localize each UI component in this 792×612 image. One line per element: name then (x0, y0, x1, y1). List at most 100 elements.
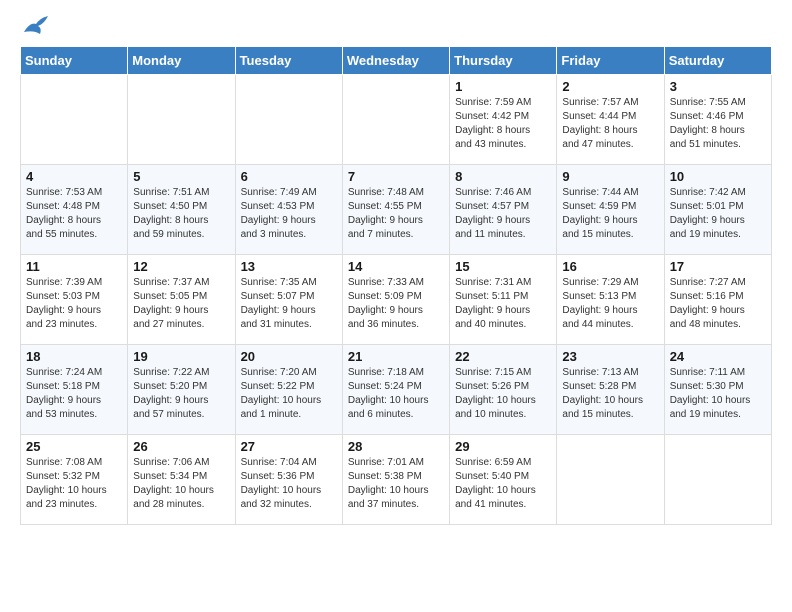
calendar-cell (128, 74, 235, 164)
day-info: Sunrise: 7:08 AM Sunset: 5:32 PM Dayligh… (26, 456, 122, 512)
calendar-cell: 26 Sunrise: 7:06 AM Sunset: 5:34 PM Dayli… (128, 434, 235, 524)
calendar-cell: 7Sunrise: 7:48 AM Sunset: 4:55 PM Daylig… (342, 164, 449, 254)
calendar-cell (235, 74, 342, 164)
calendar-cell: 8 Sunrise: 7:46 AM Sunset: 4:57 PM Daylig… (450, 164, 557, 254)
week-row-3: 11 Sunrise: 7:39 AM Sunset: 5:03 PM Dayli… (21, 254, 772, 344)
calendar-cell: 16 Sunrise: 7:29 AM Sunset: 5:13 PM Dayli… (557, 254, 664, 344)
day-info: Sunrise: 7:53 AM Sunset: 4:48 PM Dayligh… (26, 186, 122, 242)
day-number: 24 (670, 349, 766, 364)
week-row-2: 4 Sunrise: 7:53 AM Sunset: 4:48 PM Daylig… (21, 164, 772, 254)
calendar-cell: 25Sunrise: 7:08 AM Sunset: 5:32 PM Dayli… (21, 434, 128, 524)
calendar-cell: 24 Sunrise: 7:11 AM Sunset: 5:30 PM Dayli… (664, 344, 771, 434)
day-info: Sunrise: 7:06 AM Sunset: 5:34 PM Dayligh… (133, 456, 229, 512)
col-header-tuesday: Tuesday (235, 46, 342, 74)
day-info: Sunrise: 7:39 AM Sunset: 5:03 PM Dayligh… (26, 276, 122, 332)
day-number: 15 (455, 259, 551, 274)
day-number: 14 (348, 259, 444, 274)
day-info: Sunrise: 7:20 AM Sunset: 5:22 PM Dayligh… (241, 366, 337, 422)
calendar-cell: 23 Sunrise: 7:13 AM Sunset: 5:28 PM Dayli… (557, 344, 664, 434)
calendar-cell: 27 Sunrise: 7:04 AM Sunset: 5:36 PM Dayli… (235, 434, 342, 524)
day-number: 5 (133, 169, 229, 184)
day-number: 27 (241, 439, 337, 454)
week-row-1: 1 Sunrise: 7:59 AM Sunset: 4:42 PM Daylig… (21, 74, 772, 164)
calendar-cell: 2Sunrise: 7:57 AM Sunset: 4:44 PM Daylig… (557, 74, 664, 164)
calendar-cell: 11 Sunrise: 7:39 AM Sunset: 5:03 PM Dayli… (21, 254, 128, 344)
day-info: Sunrise: 7:51 AM Sunset: 4:50 PM Dayligh… (133, 186, 229, 242)
day-number: 20 (241, 349, 337, 364)
day-info: Sunrise: 7:22 AM Sunset: 5:20 PM Dayligh… (133, 366, 229, 422)
day-number: 1 (455, 79, 551, 94)
day-info: Sunrise: 7:46 AM Sunset: 4:57 PM Dayligh… (455, 186, 551, 242)
day-number: 17 (670, 259, 766, 274)
week-row-4: 18 Sunrise: 7:24 AM Sunset: 5:18 PM Dayli… (21, 344, 772, 434)
calendar-cell: 14Sunrise: 7:33 AM Sunset: 5:09 PM Dayli… (342, 254, 449, 344)
calendar-cell: 22 Sunrise: 7:15 AM Sunset: 5:26 PM Dayli… (450, 344, 557, 434)
col-header-friday: Friday (557, 46, 664, 74)
day-number: 28 (348, 439, 444, 454)
day-info: Sunrise: 7:37 AM Sunset: 5:05 PM Dayligh… (133, 276, 229, 332)
day-number: 4 (26, 169, 122, 184)
day-info: Sunrise: 7:44 AM Sunset: 4:59 PM Dayligh… (562, 186, 658, 242)
calendar-cell: 20 Sunrise: 7:20 AM Sunset: 5:22 PM Dayli… (235, 344, 342, 434)
day-number: 26 (133, 439, 229, 454)
calendar-cell: 12 Sunrise: 7:37 AM Sunset: 5:05 PM Dayli… (128, 254, 235, 344)
day-info: Sunrise: 7:55 AM Sunset: 4:46 PM Dayligh… (670, 96, 766, 152)
day-info: Sunrise: 7:27 AM Sunset: 5:16 PM Dayligh… (670, 276, 766, 332)
day-number: 16 (562, 259, 658, 274)
day-number: 3 (670, 79, 766, 94)
calendar-cell: 19 Sunrise: 7:22 AM Sunset: 5:20 PM Dayli… (128, 344, 235, 434)
day-info: Sunrise: 7:13 AM Sunset: 5:28 PM Dayligh… (562, 366, 658, 422)
logo-bird-icon (22, 14, 50, 38)
week-row-5: 25Sunrise: 7:08 AM Sunset: 5:32 PM Dayli… (21, 434, 772, 524)
logo (20, 20, 50, 40)
day-info: Sunrise: 7:49 AM Sunset: 4:53 PM Dayligh… (241, 186, 337, 242)
day-number: 11 (26, 259, 122, 274)
day-number: 8 (455, 169, 551, 184)
col-header-sunday: Sunday (21, 46, 128, 74)
col-header-monday: Monday (128, 46, 235, 74)
day-info: Sunrise: 7:18 AM Sunset: 5:24 PM Dayligh… (348, 366, 444, 422)
calendar-cell: 5 Sunrise: 7:51 AM Sunset: 4:50 PM Daylig… (128, 164, 235, 254)
calendar-cell (557, 434, 664, 524)
calendar-cell: 4 Sunrise: 7:53 AM Sunset: 4:48 PM Daylig… (21, 164, 128, 254)
day-info: Sunrise: 7:11 AM Sunset: 5:30 PM Dayligh… (670, 366, 766, 422)
day-info: Sunrise: 7:59 AM Sunset: 4:42 PM Dayligh… (455, 96, 551, 152)
day-info: Sunrise: 7:31 AM Sunset: 5:11 PM Dayligh… (455, 276, 551, 332)
day-info: Sunrise: 7:57 AM Sunset: 4:44 PM Dayligh… (562, 96, 658, 152)
day-info: Sunrise: 7:42 AM Sunset: 5:01 PM Dayligh… (670, 186, 766, 242)
day-number: 18 (26, 349, 122, 364)
calendar-cell: 9 Sunrise: 7:44 AM Sunset: 4:59 PM Daylig… (557, 164, 664, 254)
day-number: 6 (241, 169, 337, 184)
day-number: 13 (241, 259, 337, 274)
calendar-cell: 21Sunrise: 7:18 AM Sunset: 5:24 PM Dayli… (342, 344, 449, 434)
calendar-cell: 18 Sunrise: 7:24 AM Sunset: 5:18 PM Dayli… (21, 344, 128, 434)
calendar-cell: 17 Sunrise: 7:27 AM Sunset: 5:16 PM Dayli… (664, 254, 771, 344)
col-header-thursday: Thursday (450, 46, 557, 74)
day-info: Sunrise: 7:15 AM Sunset: 5:26 PM Dayligh… (455, 366, 551, 422)
calendar-cell: 10 Sunrise: 7:42 AM Sunset: 5:01 PM Dayli… (664, 164, 771, 254)
day-number: 23 (562, 349, 658, 364)
day-info: Sunrise: 7:35 AM Sunset: 5:07 PM Dayligh… (241, 276, 337, 332)
day-number: 19 (133, 349, 229, 364)
day-info: Sunrise: 7:29 AM Sunset: 5:13 PM Dayligh… (562, 276, 658, 332)
day-number: 9 (562, 169, 658, 184)
day-info: Sunrise: 7:48 AM Sunset: 4:55 PM Dayligh… (348, 186, 444, 242)
col-header-saturday: Saturday (664, 46, 771, 74)
day-info: Sunrise: 7:01 AM Sunset: 5:38 PM Dayligh… (348, 456, 444, 512)
day-info: Sunrise: 7:04 AM Sunset: 5:36 PM Dayligh… (241, 456, 337, 512)
calendar-cell (664, 434, 771, 524)
calendar-cell: 13 Sunrise: 7:35 AM Sunset: 5:07 PM Dayli… (235, 254, 342, 344)
calendar-cell: 15 Sunrise: 7:31 AM Sunset: 5:11 PM Dayli… (450, 254, 557, 344)
calendar-cell: 28 Sunrise: 7:01 AM Sunset: 5:38 PM Dayli… (342, 434, 449, 524)
calendar-cell (342, 74, 449, 164)
day-number: 22 (455, 349, 551, 364)
calendar-cell: 29Sunrise: 6:59 AM Sunset: 5:40 PM Dayli… (450, 434, 557, 524)
day-number: 29 (455, 439, 551, 454)
calendar-cell (21, 74, 128, 164)
calendar-header-row: SundayMondayTuesdayWednesdayThursdayFrid… (21, 46, 772, 74)
calendar-cell: 1 Sunrise: 7:59 AM Sunset: 4:42 PM Daylig… (450, 74, 557, 164)
calendar-cell: 6 Sunrise: 7:49 AM Sunset: 4:53 PM Daylig… (235, 164, 342, 254)
day-info: Sunrise: 7:24 AM Sunset: 5:18 PM Dayligh… (26, 366, 122, 422)
day-number: 10 (670, 169, 766, 184)
day-number: 12 (133, 259, 229, 274)
